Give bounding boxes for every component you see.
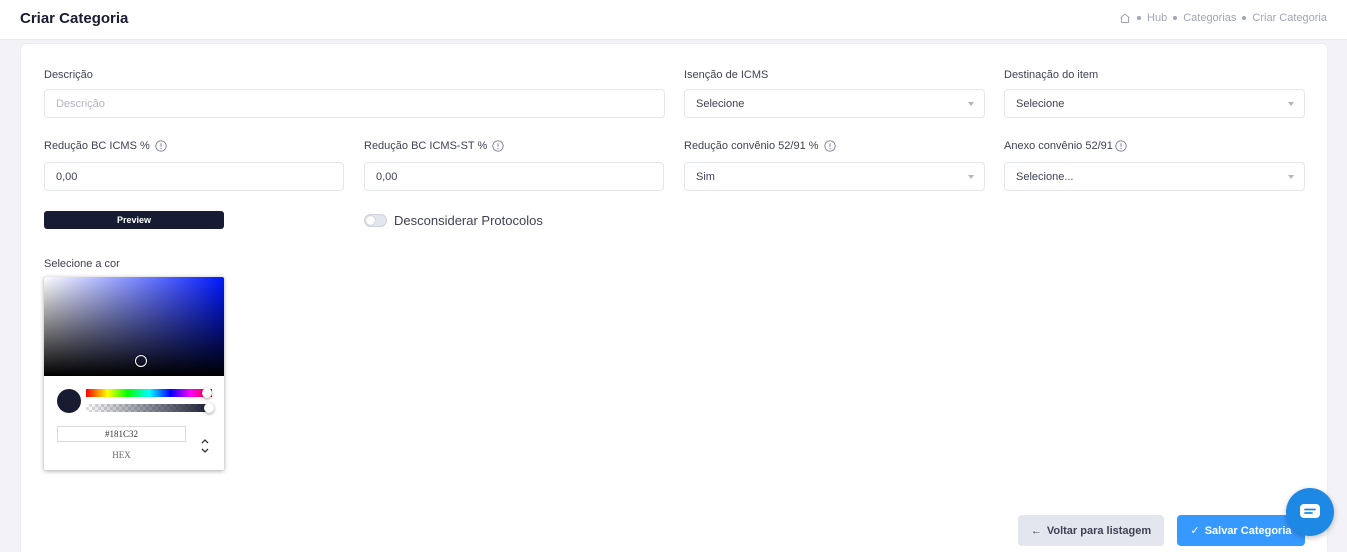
alpha-gradient (86, 404, 212, 412)
reducao-bc-icms-label: Redução BC ICMS % (44, 140, 167, 152)
info-circle-icon[interactable] (492, 140, 504, 152)
saturation-area[interactable] (44, 277, 224, 376)
desconsiderar-protocolos-label: Desconsiderar Protocolos (394, 213, 543, 228)
reducao-bc-icms-st-label-text: Redução BC ICMS-ST % (364, 140, 488, 152)
current-color-swatch (57, 389, 81, 413)
chevron-up-down-icon[interactable] (198, 436, 212, 456)
reducao-bc-icms-st-label: Redução BC ICMS-ST % (364, 140, 504, 152)
destinacao-select[interactable]: Selecione (1004, 89, 1305, 118)
hue-slider[interactable] (86, 388, 212, 398)
breadcrumb-item-current: Criar Categoria (1252, 12, 1327, 24)
alpha-handle[interactable] (204, 403, 214, 413)
breadcrumb-item-categorias[interactable]: Categorias (1183, 12, 1236, 24)
cor-label: Selecione a cor (44, 258, 120, 270)
hex-input[interactable]: #181C32 (57, 426, 186, 442)
reducao-convenio-select[interactable]: Sim (684, 162, 985, 191)
alpha-slider[interactable] (86, 403, 214, 413)
hue-handle[interactable] (202, 388, 212, 398)
breadcrumb-separator (1137, 16, 1142, 20)
chat-icon[interactable] (1286, 488, 1334, 536)
page-title: Criar Categoria (20, 10, 129, 27)
back-to-list-label: Voltar para listagem (1046, 524, 1152, 537)
reducao-bc-icms-st-input[interactable]: 0,00 (364, 162, 664, 191)
isencao-icms-select[interactable]: Selecione (684, 89, 985, 118)
info-circle-icon[interactable] (823, 140, 836, 152)
descricao-label: Descrição (44, 69, 93, 81)
breadcrumb: Hub Categorias Criar Categoria (1119, 12, 1327, 24)
reducao-convenio-label-text: Redução convênio 52/91 % (684, 140, 819, 152)
breadcrumb-item-hub[interactable]: Hub (1147, 12, 1167, 24)
info-circle-icon[interactable] (1115, 140, 1127, 152)
breadcrumb-separator (1242, 16, 1247, 20)
descricao-input[interactable]: Descrição (44, 89, 665, 118)
saturation-cursor[interactable] (135, 355, 147, 367)
preview-button[interactable]: Preview (44, 211, 224, 229)
top-bar: Criar Categoria Hub Categorias Criar Cat… (0, 0, 1347, 40)
desconsiderar-protocolos-toggle[interactable] (364, 214, 387, 227)
toggle-knob (366, 216, 375, 225)
saturation-black-layer (44, 277, 224, 376)
anexo-convenio-select[interactable]: Selecione... (1004, 162, 1305, 191)
anexo-convenio-label-text: Anexo convênio 52/91 (1004, 140, 1113, 152)
isencao-icms-label: Isenção de ICMS (684, 69, 769, 81)
breadcrumb-separator (1173, 16, 1178, 20)
arrow-left-icon: ← (1030, 524, 1042, 537)
back-to-list-button[interactable]: ← Voltar para listagem (1018, 515, 1164, 546)
color-picker: #181C32 HEX (44, 277, 224, 470)
info-circle-icon[interactable] (155, 140, 167, 152)
check-icon: ✓ (1190, 525, 1200, 537)
reducao-bc-icms-label-text: Redução BC ICMS % (44, 140, 150, 152)
reducao-bc-icms-input[interactable]: 0,00 (44, 162, 344, 191)
reducao-convenio-label: Redução convênio 52/91 % (684, 140, 836, 152)
destinacao-label: Destinação do item (1004, 69, 1099, 81)
hex-mode-label: HEX (112, 450, 131, 460)
save-category-label: Salvar Categoria (1204, 524, 1292, 537)
anexo-convenio-label: Anexo convênio 52/91 (1004, 140, 1127, 152)
save-category-button[interactable]: ✓ Salvar Categoria (1177, 515, 1305, 546)
home-icon[interactable] (1119, 12, 1131, 24)
